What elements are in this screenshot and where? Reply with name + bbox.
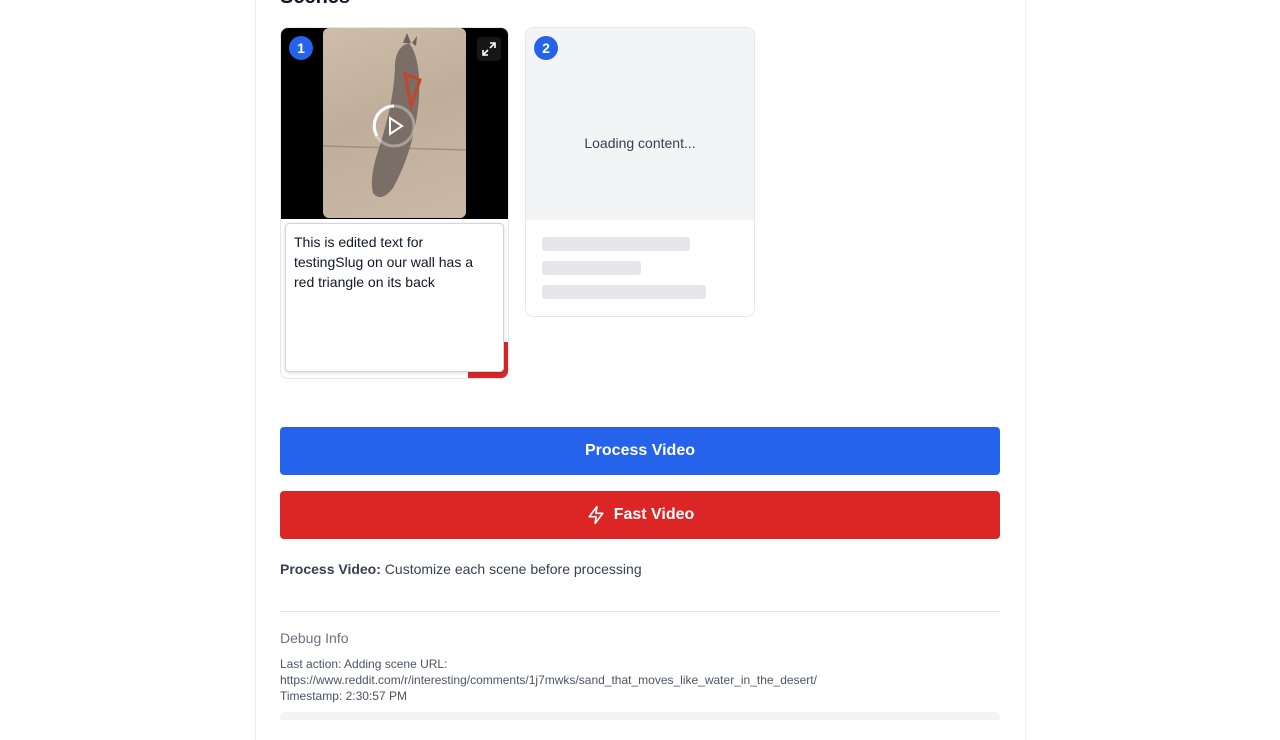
scene-number-badge: 1 [289,36,313,60]
loading-area: Loading content... 2 [526,28,754,220]
skeleton-line [542,285,706,299]
process-video-label: Process Video [585,442,695,459]
hint-label: Process Video: [280,561,381,577]
debug-timestamp: Timestamp: 2:30:57 PM [280,689,407,703]
process-hint: Process Video: Customize each scene befo… [280,561,642,577]
scene-card-2[interactable]: Loading content... 2 [525,27,755,317]
skeleton-line [542,261,641,275]
process-video-button[interactable]: Process Video [280,427,1000,475]
loading-text: Loading content... [584,135,696,151]
debug-log-box [280,712,1000,720]
debug-last-action: Last action: Adding scene URL: [280,657,448,671]
scene-number-badge: 2 [534,36,558,60]
hint-text: Customize each scene before processing [380,561,642,577]
expand-icon[interactable] [477,37,501,61]
section-title: Scenes [280,0,350,8]
debug-title: Debug Info [280,630,349,646]
fast-video-label: Fast Video [613,506,695,523]
scene-caption-input[interactable]: This is edited text for testingSlug on o… [285,223,504,372]
play-icon[interactable] [371,103,417,149]
debug-url: https://www.reddit.com/r/interesting/com… [280,673,817,687]
spinner-icon [643,96,655,120]
lightning-icon [588,505,604,525]
scene-thumbnail[interactable]: 1 [281,28,508,219]
divider [280,611,1000,612]
fast-video-button[interactable]: Fast Video [280,491,1000,539]
skeleton-line [542,237,690,251]
